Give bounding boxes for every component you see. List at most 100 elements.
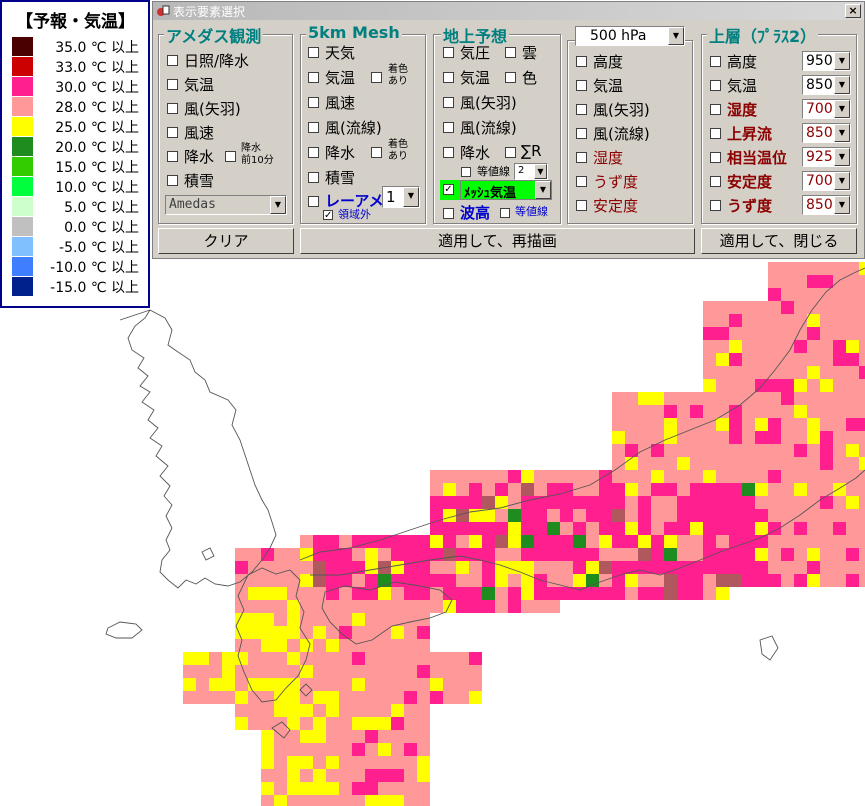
upper-updraft-level-select[interactable]: 850 ▼	[802, 123, 851, 143]
hpa-humidity-checkbox[interactable]	[576, 152, 587, 163]
upper-temp-level-select[interactable]: 850 ▼	[802, 75, 851, 95]
upper-stability-level-select[interactable]: 700 ▼	[802, 171, 851, 191]
mesh-cell	[586, 561, 599, 574]
mesh-temp-color-checkbox[interactable]	[371, 72, 382, 83]
upper-theta-checkbox[interactable]	[710, 152, 721, 163]
mesh-cell	[612, 496, 625, 509]
mesh-cell	[417, 535, 430, 548]
mesh-cell	[794, 340, 807, 353]
surface-wind-stream-checkbox[interactable]	[443, 122, 454, 133]
mesh-cell	[521, 587, 534, 600]
hpa-wind-stream-checkbox[interactable]	[576, 128, 587, 139]
amedas-precip10-checkbox[interactable]	[225, 151, 236, 162]
mesh-cell	[391, 743, 404, 756]
legend-label: 33.0 ℃ 以上	[55, 60, 139, 76]
amedas-wind-arrow-checkbox[interactable]	[167, 103, 178, 114]
upper-temp-checkbox[interactable]	[710, 80, 721, 91]
upper-vorticity-level-select[interactable]: 850 ▼	[802, 195, 851, 215]
mesh-weather-checkbox[interactable]	[308, 47, 319, 58]
hpa-wind-arrow-checkbox[interactable]	[576, 104, 587, 115]
mesh-cell	[625, 574, 638, 587]
apply-redraw-button[interactable]: 適用して、再描画	[300, 228, 695, 254]
chevron-down-icon[interactable]: ▼	[534, 164, 547, 179]
mesh-cell	[703, 496, 716, 509]
surface-wave-contour-checkbox[interactable]	[500, 208, 510, 218]
mesh-cell	[404, 665, 417, 678]
hpa-height-checkbox[interactable]	[576, 56, 587, 67]
surface-color-checkbox[interactable]	[505, 72, 516, 83]
upper-updraft-checkbox[interactable]	[710, 128, 721, 139]
surface-contour-checkbox[interactable]	[461, 167, 471, 177]
hpa-vorticity-checkbox[interactable]	[576, 176, 587, 187]
mesh-radar-level-select[interactable]: 1 ▼	[382, 186, 420, 208]
mesh-outside-checkbox[interactable]: ✓	[323, 210, 333, 221]
surface-pressure-checkbox[interactable]	[443, 47, 454, 58]
surface-wave-checkbox[interactable]	[443, 208, 454, 219]
hpa-stability-checkbox[interactable]	[576, 200, 587, 211]
mesh-cell	[807, 431, 820, 444]
upper-height-checkbox[interactable]	[710, 56, 721, 67]
upper-humidity-checkbox[interactable]	[710, 104, 721, 115]
mesh-cell	[326, 535, 339, 548]
surface-temp-checkbox[interactable]	[443, 72, 454, 83]
chevron-down-icon[interactable]: ▼	[403, 187, 419, 207]
mesh-cell	[417, 652, 430, 665]
clear-button[interactable]: クリア	[158, 228, 294, 254]
upper-height-level-select[interactable]: 950 ▼	[802, 51, 851, 71]
upper-stability-checkbox[interactable]	[710, 176, 721, 187]
upper-humidity-level-select[interactable]: 700 ▼	[802, 99, 851, 119]
upper-theta-level-select[interactable]: 925 ▼	[802, 147, 851, 167]
mesh-cell	[781, 379, 794, 392]
amedas-sunshine-checkbox[interactable]	[167, 55, 178, 66]
amedas-precip10-label-b: 前10分	[241, 155, 274, 166]
chevron-down-icon[interactable]: ▼	[834, 148, 850, 166]
surface-wind-arrow-checkbox[interactable]	[443, 97, 454, 108]
hpa-level-select[interactable]: 500 hPa ▼	[575, 26, 685, 46]
mesh-cell	[313, 782, 326, 795]
amedas-precip-checkbox[interactable]	[167, 151, 178, 162]
mesh-precip-color-checkbox[interactable]	[371, 147, 382, 158]
mesh-cell	[794, 288, 807, 301]
surface-mesh-temp-select[interactable]: ﾒｯｼｭ気温 ▼	[460, 180, 552, 201]
chevron-down-icon[interactable]: ▼	[834, 76, 850, 94]
chevron-down-icon[interactable]: ▼	[535, 181, 551, 199]
mesh-temp-checkbox[interactable]	[308, 72, 319, 83]
hpa-temp-checkbox[interactable]	[576, 80, 587, 91]
chevron-down-icon[interactable]: ▼	[834, 172, 850, 190]
mesh-snow-checkbox[interactable]	[308, 172, 319, 183]
chevron-down-icon[interactable]: ▼	[668, 27, 684, 45]
dialog-titlebar[interactable]: 表示要素選択 ×	[153, 2, 864, 20]
mesh-cell	[417, 561, 430, 574]
amedas-wind-speed-checkbox[interactable]	[167, 127, 178, 138]
mesh-cell	[456, 600, 469, 613]
surface-cloud-checkbox[interactable]	[505, 47, 516, 58]
chevron-down-icon[interactable]: ▼	[834, 124, 850, 142]
surface-sumr-checkbox[interactable]	[505, 147, 516, 158]
close-button[interactable]: ×	[845, 4, 861, 18]
mesh-cell	[482, 600, 495, 613]
amedas-source-select[interactable]: Amedas ▼	[165, 195, 287, 215]
mesh-cell	[326, 665, 339, 678]
chevron-down-icon[interactable]: ▼	[834, 100, 850, 118]
chevron-down-icon[interactable]: ▼	[834, 52, 850, 70]
amedas-snow-checkbox[interactable]	[167, 175, 178, 186]
mesh-precip-checkbox[interactable]	[308, 147, 319, 158]
mesh-cell	[729, 561, 742, 574]
surface-precip-checkbox[interactable]	[443, 147, 454, 158]
surface-contour-level-select[interactable]: 2 ▼	[514, 163, 548, 180]
upper-temp-level-value: 850	[806, 77, 833, 93]
chevron-down-icon[interactable]: ▼	[270, 196, 286, 214]
mesh-wind-stream-checkbox[interactable]	[308, 122, 319, 133]
mesh-radar-checkbox[interactable]	[308, 196, 319, 207]
hpa-humidity-label: 湿度	[593, 149, 624, 167]
mesh-cell	[391, 548, 404, 561]
mesh-cell	[287, 613, 300, 626]
upper-vorticity-checkbox[interactable]	[710, 200, 721, 211]
mesh-cell	[729, 509, 742, 522]
mesh-cell	[235, 678, 248, 691]
amedas-temp-checkbox[interactable]	[167, 79, 178, 90]
apply-close-button[interactable]: 適用して、閉じる	[701, 228, 857, 254]
chevron-down-icon[interactable]: ▼	[834, 196, 850, 214]
mesh-wind-speed-checkbox[interactable]	[308, 97, 319, 108]
surface-mesh-temp-checkbox[interactable]: ✓	[443, 184, 454, 195]
